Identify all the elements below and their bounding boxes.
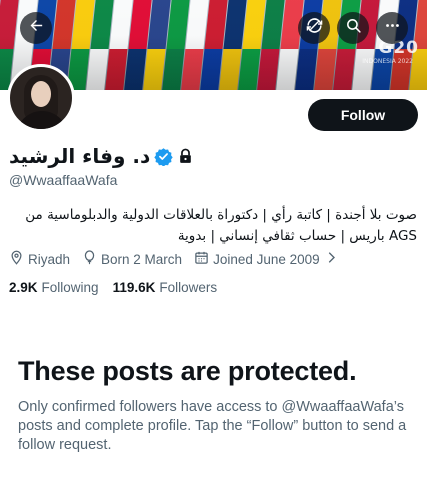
profile-meta: Riyadh Born 2 March Joined June 2009 — [9, 250, 339, 268]
more-horizontal-icon — [384, 17, 401, 39]
refresh-icon — [306, 17, 323, 39]
refresh-button[interactable] — [298, 12, 330, 44]
joined-text: Joined June 2009 — [213, 251, 320, 267]
name-row: د. وفاء الرشيد — [9, 142, 194, 170]
following-label: Following — [41, 280, 99, 295]
arrow-left-icon — [28, 17, 45, 39]
calendar-icon — [194, 250, 209, 268]
followers-count: 119.6K — [112, 280, 156, 295]
protected-message: Only confirmed followers have access to … — [18, 399, 407, 453]
birth-item: Born 2 March — [82, 250, 182, 268]
followers-stat[interactable]: 119.6K Followers — [113, 280, 218, 295]
following-count: 2.9K — [9, 280, 38, 295]
protected-title: These posts are protected. — [18, 356, 357, 386]
location-pin-icon — [9, 250, 24, 268]
followers-label: Followers — [159, 280, 218, 295]
verified-badge-icon[interactable] — [154, 147, 173, 166]
search-icon — [345, 17, 362, 39]
follow-stats: 2.9K Following 119.6K Followers — [9, 280, 217, 295]
location-item: Riyadh — [9, 250, 70, 268]
lock-icon — [177, 148, 194, 165]
chevron-right-icon — [324, 250, 339, 268]
handle: @WwaaffaaWafa — [9, 172, 118, 188]
more-button[interactable] — [376, 12, 408, 44]
bio: صوت بلا أجندة | كاتبة رأي | دكتوراة بالع… — [25, 207, 417, 244]
back-button[interactable] — [20, 12, 52, 44]
balloon-icon — [82, 250, 97, 268]
follow-button[interactable]: Follow — [308, 99, 418, 131]
location-text: Riyadh — [28, 251, 71, 267]
display-name: د. وفاء الرشيد — [9, 144, 151, 168]
joined-item[interactable]: Joined June 2009 — [194, 250, 339, 268]
birth-text: Born 2 March — [101, 251, 183, 267]
following-stat[interactable]: 2.9K Following — [9, 280, 99, 295]
avatar[interactable] — [7, 64, 75, 132]
banner-logo-subtext: INDONESIA 2022 — [362, 58, 413, 65]
search-button[interactable] — [337, 12, 369, 44]
